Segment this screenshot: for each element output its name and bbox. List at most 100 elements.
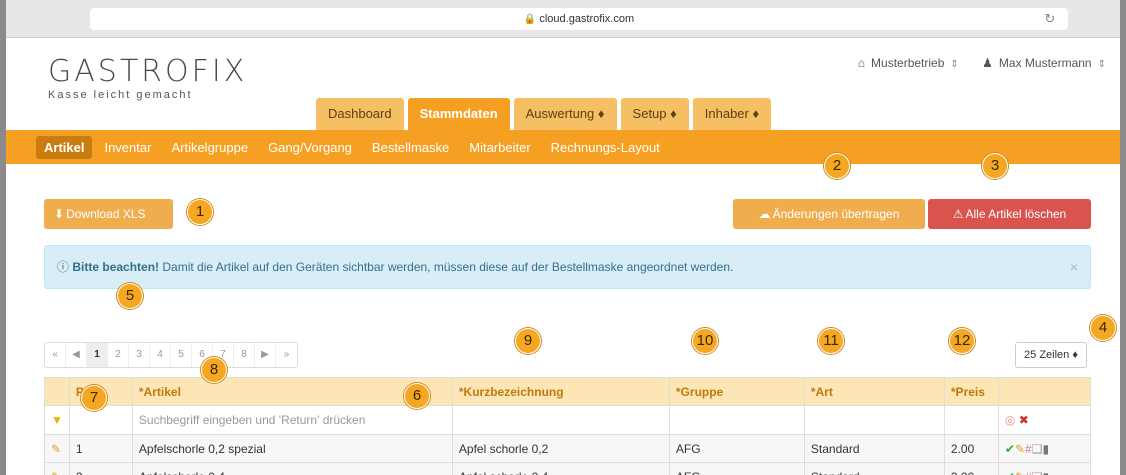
info-icon: ⓘ: [57, 260, 70, 274]
cell-plu: 2: [68, 462, 133, 475]
caret-icon: ⇕: [950, 59, 959, 70]
copy-icon[interactable]: ❏: [1032, 470, 1043, 475]
header-preis[interactable]: *Preis: [943, 377, 999, 406]
pager-prev[interactable]: ◀: [66, 343, 87, 367]
subnav-gang-vorgang[interactable]: Gang/Vorgang: [268, 140, 352, 155]
callout-badge: 1: [187, 199, 213, 225]
pager-page[interactable]: 3: [129, 343, 150, 367]
cell-preis: 3.20: [943, 462, 999, 475]
header-gruppe[interactable]: *Gruppe: [668, 377, 805, 406]
url-text: cloud.gastrofix.com: [539, 13, 635, 25]
edit-icon[interactable]: ✎: [44, 462, 70, 475]
cell-preis: 2.00: [943, 434, 999, 463]
pager-page[interactable]: 4: [150, 343, 171, 367]
download-xls-button[interactable]: ⬇ Download XLS: [44, 199, 173, 229]
home-icon: ⌂: [857, 56, 866, 70]
cell-kurz: Apfel schorle 0,2: [451, 434, 670, 463]
browser-toolbar: 🔒 cloud.gastrofix.com ↻: [6, 0, 1120, 38]
reset-icon[interactable]: ◎: [1005, 413, 1015, 427]
pager-next[interactable]: ▶: [255, 343, 276, 367]
business-selector[interactable]: Musterbetrieb: [871, 56, 944, 70]
callout-badge: 12: [949, 328, 975, 354]
callout-badge: 10: [692, 328, 718, 354]
pager-last[interactable]: »: [276, 343, 297, 367]
cell-artikel: Apfelschorle 0,2 spezial: [131, 434, 453, 463]
cell-plu: 1: [68, 434, 133, 463]
filter-cell[interactable]: [668, 405, 805, 435]
reload-icon[interactable]: ↻: [1040, 8, 1060, 30]
app-window: GASTROFIX Kasse leicht gemacht ⌂ Musterbe…: [6, 38, 1120, 475]
trash-icon[interactable]: ▮: [1042, 470, 1049, 475]
callout-badge: 6: [404, 383, 430, 409]
url-bar[interactable]: 🔒 cloud.gastrofix.com ↻: [90, 8, 1068, 30]
cloud-upload-icon: ☁: [758, 207, 771, 221]
transfer-label: Änderungen übertragen: [772, 207, 900, 221]
hash-icon[interactable]: #: [1025, 470, 1032, 475]
filter-cell[interactable]: [451, 405, 670, 435]
search-input[interactable]: Suchbegriff eingeben und 'Return' drücke…: [131, 405, 453, 435]
callout-badge: 8: [201, 357, 227, 383]
trash-icon[interactable]: ▮: [1042, 442, 1049, 456]
user-menu-area: ⌂ Musterbetrieb ⇕ ♟ Max Mustermann ⇕: [852, 56, 1106, 70]
warning-icon: ⚠: [952, 207, 964, 221]
table-row[interactable]: ✎ 1 Apfelschorle 0,2 spezial Apfel schor…: [44, 434, 1092, 463]
logo[interactable]: GASTROFIX Kasse leicht gemacht: [48, 54, 248, 102]
header-art[interactable]: *Art: [803, 377, 945, 406]
header-kurzbezeichnung[interactable]: *Kurzbezeichnung: [451, 377, 670, 406]
check-icon[interactable]: ✔: [1005, 470, 1015, 475]
alert-strong: Bitte beachten!: [72, 260, 160, 274]
subnav-artikelgruppe[interactable]: Artikelgruppe: [171, 140, 248, 155]
tab-inhaber[interactable]: Inhaber ♦: [692, 98, 772, 130]
pager-page[interactable]: 5: [171, 343, 192, 367]
cell-art: Standard: [803, 462, 945, 475]
subnav-rechnungs-layout[interactable]: Rechnungs-Layout: [551, 140, 660, 155]
header-actions: [997, 377, 1092, 406]
rows-per-page-select[interactable]: 25 Zeilen ♦: [1015, 342, 1087, 368]
edit-icon[interactable]: ✎: [1015, 470, 1025, 475]
subnav-artikel[interactable]: Artikel: [36, 135, 93, 159]
tab-stammdaten[interactable]: Stammdaten: [407, 98, 510, 130]
download-label: Download XLS: [66, 207, 146, 221]
pager-first[interactable]: «: [45, 343, 66, 367]
filter-cell[interactable]: [943, 405, 999, 435]
callout-badge: 5: [117, 283, 143, 309]
filter-row: ▼ Suchbegriff eingeben und 'Return' drüc…: [44, 405, 1092, 435]
pager-page[interactable]: 2: [108, 343, 129, 367]
edit-icon[interactable]: ✎: [44, 434, 70, 463]
hash-icon[interactable]: #: [1025, 442, 1032, 456]
filter-cell[interactable]: [68, 405, 133, 435]
tab-setup[interactable]: Setup ♦: [620, 98, 689, 130]
user-menu[interactable]: Max Mustermann: [999, 56, 1092, 70]
table-row[interactable]: ✎ 2 Apfelschorle 0,4 Apfel schorle 0,4 A…: [44, 462, 1092, 475]
filter-cell[interactable]: [803, 405, 945, 435]
filter-icon[interactable]: ▼: [51, 413, 63, 427]
main-tabs: Dashboard Stammdaten Auswertung ♦ Setup …: [316, 98, 775, 130]
info-alert: ⓘ Bitte beachten! Damit die Artikel auf …: [44, 245, 1091, 289]
brand-name: GASTROFIX: [48, 54, 248, 89]
subnav-bestellmaske[interactable]: Bestellmaske: [372, 140, 449, 155]
transfer-changes-button[interactable]: ☁ Änderungen übertragen: [733, 199, 925, 229]
callout-badge: 4: [1090, 315, 1116, 341]
tab-auswertung[interactable]: Auswertung ♦: [513, 98, 617, 130]
alert-text: Damit die Artikel auf den Geräten sichtb…: [159, 260, 734, 274]
callout-badge: 2: [824, 153, 850, 179]
pager-page[interactable]: 1: [87, 343, 108, 367]
pager-page[interactable]: 8: [234, 343, 255, 367]
check-icon[interactable]: ✔: [1005, 442, 1015, 456]
clear-icon[interactable]: ✖: [1019, 413, 1029, 427]
cell-art: Standard: [803, 434, 945, 463]
close-icon[interactable]: ×: [1070, 246, 1078, 288]
edit-icon[interactable]: ✎: [1015, 442, 1025, 456]
tab-dashboard[interactable]: Dashboard: [316, 98, 404, 130]
cell-artikel: Apfelschorle 0,4: [131, 462, 453, 475]
delete-all-button[interactable]: ⚠ Alle Artikel löschen: [928, 199, 1091, 229]
caret-icon: ⇕: [1097, 59, 1106, 70]
subnav-inventar[interactable]: Inventar: [104, 140, 151, 155]
cell-gruppe: AFG: [668, 434, 805, 463]
subnav-mitarbeiter[interactable]: Mitarbeiter: [469, 140, 530, 155]
callout-badge: 3: [982, 153, 1008, 179]
copy-icon[interactable]: ❏: [1032, 442, 1043, 456]
callout-badge: 9: [515, 328, 541, 354]
header-select: [44, 377, 70, 406]
brand-tagline: Kasse leicht gemacht: [48, 89, 193, 101]
